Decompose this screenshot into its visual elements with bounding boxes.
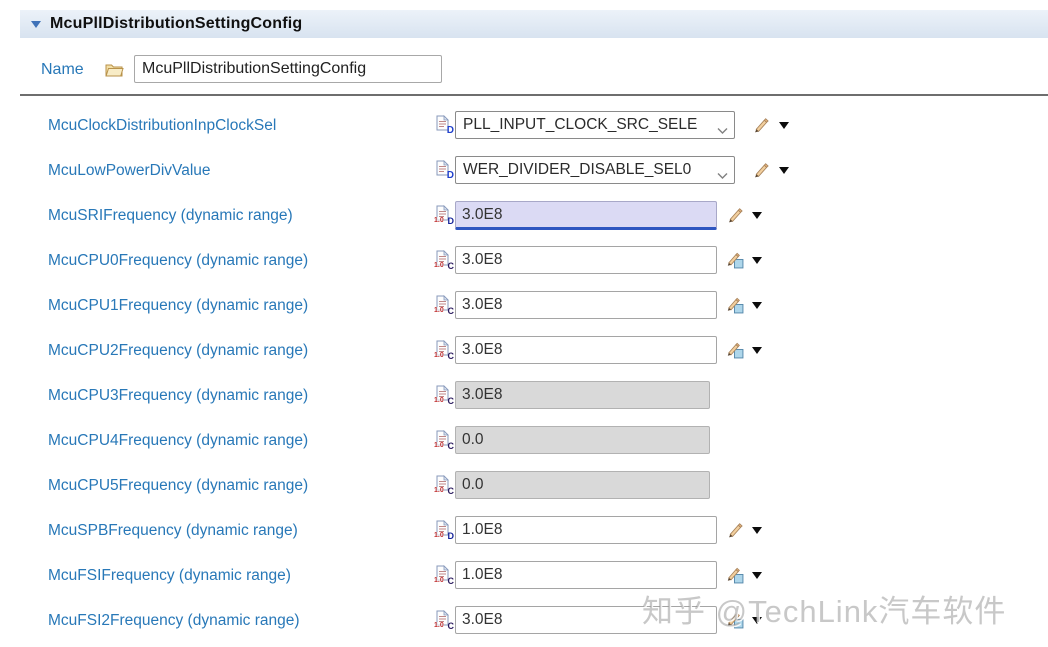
combo-value: PLL_INPUT_CLOCK_SRC_SELE bbox=[463, 116, 698, 133]
param-row: McuClockDistributionInpClockSel D PLL_IN… bbox=[0, 103, 1048, 148]
value-source-letter: C bbox=[447, 351, 455, 361]
param-label: McuCPU1Frequency (dynamic range) bbox=[48, 296, 309, 314]
name-label: Name bbox=[41, 61, 84, 78]
combo-value: WER_DIVIDER_DISABLE_SEL0 bbox=[463, 161, 692, 178]
param-rows: McuClockDistributionInpClockSel D PLL_IN… bbox=[0, 103, 1048, 643]
value-source-letter: D bbox=[447, 216, 455, 226]
param-label: McuFSI2Frequency (dynamic range) bbox=[48, 611, 300, 629]
param-row: McuCPU3Frequency (dynamic range) 1.0 C bbox=[0, 373, 1048, 418]
param-label: McuSPBFrequency (dynamic range) bbox=[48, 521, 298, 539]
float-type-marker: 1.0 bbox=[434, 262, 444, 269]
folder-icon bbox=[105, 62, 124, 82]
float-type-marker: 1.0 bbox=[434, 577, 444, 584]
value-source-letter: C bbox=[447, 396, 455, 406]
param-type-icon: 1.0 C bbox=[434, 565, 454, 586]
value-source-letter: C bbox=[447, 486, 455, 496]
param-input[interactable] bbox=[455, 246, 717, 274]
value-source-letter: C bbox=[447, 441, 455, 451]
value-source-letter: D bbox=[447, 531, 455, 541]
edit-pencil-icon[interactable] bbox=[726, 206, 744, 229]
name-input[interactable] bbox=[134, 55, 442, 83]
chevron-down-icon bbox=[717, 122, 728, 140]
param-label: McuCPU0Frequency (dynamic range) bbox=[48, 251, 309, 269]
options-arrow-icon[interactable] bbox=[752, 257, 762, 264]
float-type-marker: 1.0 bbox=[434, 352, 444, 359]
float-type-marker: 1.0 bbox=[434, 487, 444, 494]
param-label: McuCPU3Frequency (dynamic range) bbox=[48, 386, 309, 404]
float-type-marker: 1.0 bbox=[434, 217, 444, 224]
param-type-icon: 1.0 C bbox=[434, 250, 454, 271]
param-combo[interactable]: PLL_INPUT_CLOCK_SRC_SELE bbox=[455, 111, 735, 139]
value-source-letter: C bbox=[447, 621, 455, 631]
value-source-letter: C bbox=[447, 576, 455, 586]
param-input[interactable] bbox=[455, 291, 717, 319]
edit-pencil-icon[interactable] bbox=[726, 521, 744, 544]
param-combo[interactable]: WER_DIVIDER_DISABLE_SEL0 bbox=[455, 156, 735, 184]
options-arrow-icon[interactable] bbox=[752, 347, 762, 354]
param-row: McuCPU1Frequency (dynamic range) 1.0 C bbox=[0, 283, 1048, 328]
float-type-marker: 1.0 bbox=[434, 442, 444, 449]
param-row: McuSPBFrequency (dynamic range) 1.0 D bbox=[0, 508, 1048, 553]
param-input[interactable] bbox=[455, 516, 717, 544]
param-row: McuCPU4Frequency (dynamic range) 1.0 C bbox=[0, 418, 1048, 463]
options-arrow-icon[interactable] bbox=[752, 527, 762, 534]
collapse-triangle-icon[interactable] bbox=[31, 20, 41, 28]
edit-pencil-icon[interactable] bbox=[752, 161, 770, 184]
value-source-letter: D bbox=[446, 125, 454, 136]
param-label: McuCPU5Frequency (dynamic range) bbox=[48, 476, 309, 494]
param-input[interactable] bbox=[455, 336, 717, 364]
float-type-marker: 1.0 bbox=[434, 307, 444, 314]
float-type-marker: 1.0 bbox=[434, 532, 444, 539]
param-label: McuFSIFrequency (dynamic range) bbox=[48, 566, 291, 584]
options-arrow-icon[interactable] bbox=[779, 167, 789, 174]
edit-calculated-pencil-icon[interactable] bbox=[726, 296, 744, 319]
param-input[interactable] bbox=[455, 561, 717, 589]
options-arrow-icon[interactable] bbox=[752, 572, 762, 579]
param-input bbox=[455, 426, 710, 454]
edit-calculated-pencil-icon[interactable] bbox=[726, 341, 744, 364]
param-input[interactable] bbox=[455, 201, 717, 230]
options-arrow-icon[interactable] bbox=[779, 122, 789, 129]
options-arrow-icon[interactable] bbox=[752, 212, 762, 219]
param-row: McuCPU0Frequency (dynamic range) 1.0 C bbox=[0, 238, 1048, 283]
chevron-down-icon bbox=[717, 167, 728, 185]
param-input bbox=[455, 381, 710, 409]
value-source-letter: D bbox=[446, 170, 454, 181]
section-divider bbox=[20, 94, 1048, 96]
value-source-letter: C bbox=[447, 306, 455, 316]
param-label: McuCPU2Frequency (dynamic range) bbox=[48, 341, 309, 359]
param-label: McuSRIFrequency (dynamic range) bbox=[48, 206, 293, 224]
config-editor-page: McuPllDistributionSettingConfig Name Mcu… bbox=[0, 0, 1048, 647]
param-type-icon: D bbox=[436, 160, 454, 181]
param-type-icon: 1.0 D bbox=[434, 520, 454, 541]
param-type-icon: 1.0 C bbox=[434, 385, 454, 406]
param-row: McuSRIFrequency (dynamic range) 1.0 D bbox=[0, 193, 1048, 238]
param-label: McuClockDistributionInpClockSel bbox=[48, 116, 277, 134]
param-type-icon: 1.0 C bbox=[434, 295, 454, 316]
param-row: McuLowPowerDivValue D WER_DIVIDER_DISABL… bbox=[0, 148, 1048, 193]
param-type-icon: 1.0 C bbox=[434, 475, 454, 496]
value-source-letter: C bbox=[447, 261, 455, 271]
options-arrow-icon[interactable] bbox=[752, 302, 762, 309]
section-title: McuPllDistributionSettingConfig bbox=[50, 15, 303, 32]
param-label: McuCPU4Frequency (dynamic range) bbox=[48, 431, 309, 449]
float-type-marker: 1.0 bbox=[434, 622, 444, 629]
param-type-icon: 1.0 C bbox=[434, 430, 454, 451]
param-input bbox=[455, 471, 710, 499]
param-label: McuLowPowerDivValue bbox=[48, 161, 211, 179]
edit-calculated-pencil-icon[interactable] bbox=[726, 251, 744, 274]
edit-pencil-icon[interactable] bbox=[752, 116, 770, 139]
param-type-icon: D bbox=[436, 115, 454, 136]
param-type-icon: 1.0 D bbox=[434, 205, 454, 226]
float-type-marker: 1.0 bbox=[434, 397, 444, 404]
param-row: McuCPU5Frequency (dynamic range) 1.0 C bbox=[0, 463, 1048, 508]
section-header: McuPllDistributionSettingConfig bbox=[20, 10, 1048, 38]
param-type-icon: 1.0 C bbox=[434, 340, 454, 361]
param-row: McuCPU2Frequency (dynamic range) 1.0 C bbox=[0, 328, 1048, 373]
param-type-icon: 1.0 C bbox=[434, 610, 454, 631]
watermark-text: 知乎 @TechLink汽车软件 bbox=[642, 594, 1007, 629]
